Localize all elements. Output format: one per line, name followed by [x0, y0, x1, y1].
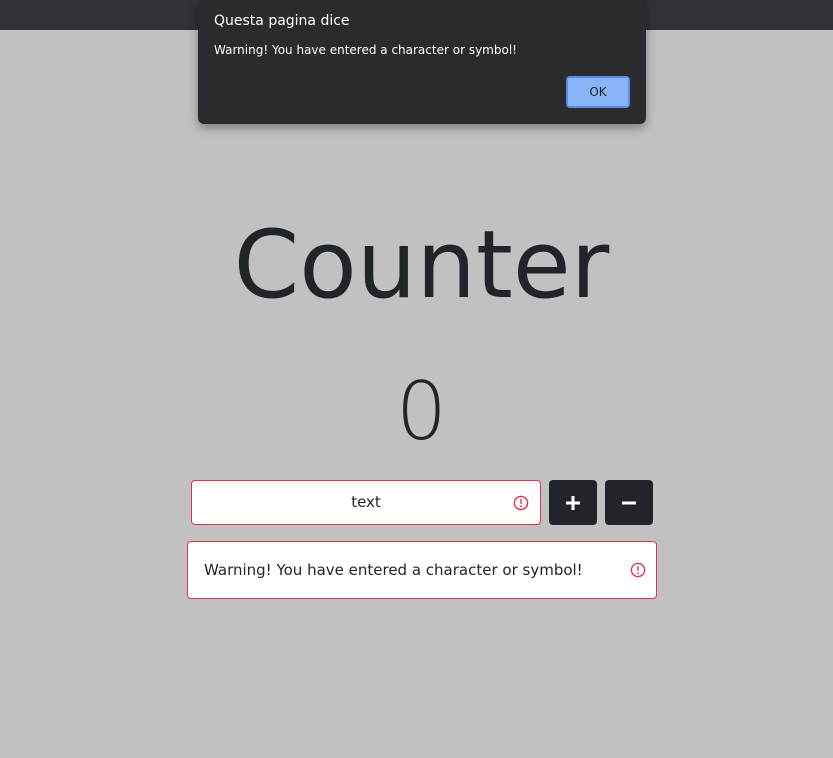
dialog-title: Questa pagina dice	[214, 13, 350, 29]
counter-input[interactable]: text	[191, 480, 541, 525]
page-title: Counter	[233, 211, 610, 320]
exclamation-circle-icon	[630, 562, 646, 578]
alert-dialog: Questa pagina dice Warning! You have ent…	[198, 0, 646, 124]
dialog-message: Warning! You have entered a character or…	[214, 43, 517, 57]
ok-button[interactable]: OK	[566, 76, 630, 108]
alert-message: Warning! You have entered a character or…	[204, 561, 583, 579]
increment-button[interactable]	[549, 480, 597, 525]
decrement-button[interactable]	[605, 480, 653, 525]
counter-input-value[interactable]: text	[192, 481, 540, 524]
minus-icon	[622, 501, 636, 504]
exclamation-circle-icon	[513, 495, 529, 511]
counter-value: 0	[396, 365, 447, 458]
plus-icon	[566, 495, 580, 510]
warning-alert: Warning! You have entered a character or…	[187, 541, 657, 599]
